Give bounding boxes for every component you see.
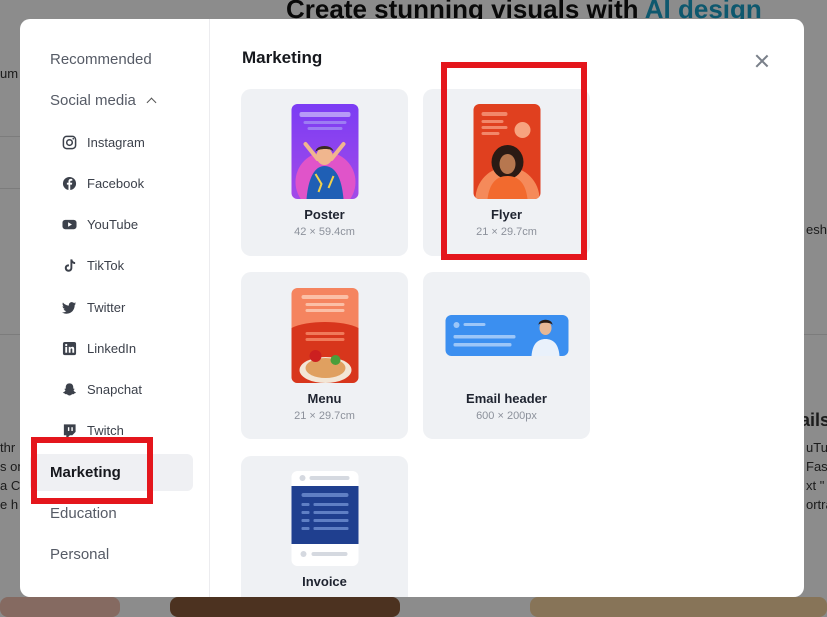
background-divider [804,334,827,335]
twitch-icon [63,424,76,438]
background-fragment: xt " [806,478,825,493]
template-card-dimensions: 600 × 200px [476,410,537,422]
template-card-label: Poster [304,207,345,222]
sidebar-item-linkedin[interactable]: LinkedIn [62,341,136,356]
template-card-dimensions: 42 × 59.4cm [294,226,355,238]
background-divider [0,136,20,137]
background-fragment: um [0,66,19,81]
flyer-thumbnail [473,104,540,199]
background-divider [0,188,20,189]
background-thumbnail [530,597,827,617]
category-social-media[interactable]: Social media [50,92,157,109]
sidebar-item-label: LinkedIn [87,341,137,356]
sidebar-item-facebook[interactable]: Facebook [62,176,144,191]
close-button[interactable] [752,51,772,71]
twitter-icon [62,302,77,314]
template-card-invoice[interactable]: Invoice [241,456,408,597]
facebook-icon [62,176,77,191]
category-marketing[interactable]: Marketing [50,464,121,481]
flyer-preview-image [473,104,540,199]
tiktok-icon [64,259,76,272]
instagram-icon [62,135,77,150]
category-sidebar: Recommended Social media Instagram Faceb… [20,19,210,597]
template-card-label: Email header [466,391,547,406]
invoice-thumbnail [291,471,358,566]
category-education[interactable]: Education [50,505,117,522]
email-header-thumbnail [445,315,568,356]
sidebar-item-label: Instagram [87,135,145,150]
sidebar-item-label: Twitch [87,423,124,438]
template-card-flyer[interactable]: Flyer 21 × 29.7cm [423,89,590,256]
sidebar-item-tiktok[interactable]: TikTok [62,258,124,273]
background-fragment: ortra [806,497,827,512]
category-recommended[interactable]: Recommended [50,51,152,68]
template-card-email-header[interactable]: Email header 600 × 200px [423,272,590,439]
linkedin-icon [62,341,77,356]
poster-thumbnail [291,104,358,199]
sidebar-item-label: TikTok [87,258,125,273]
category-social-media-label: Social media [50,92,136,109]
background-fragment: Fash [806,459,827,474]
background-fragment: ails [800,410,827,430]
sidebar-item-youtube[interactable]: YouTube [62,217,138,232]
background-fragment: e h [0,497,19,512]
background-thumbnail [170,597,400,617]
invoice-preview-image [291,471,358,566]
sidebar-item-label: YouTube [87,217,139,232]
sidebar-item-label: Twitter [87,300,126,315]
youtube-icon [62,219,77,230]
background-fragment: thr [0,440,16,455]
template-card-label: Invoice [302,574,347,589]
email-header-preview-image [445,315,568,356]
sidebar-item-label: Facebook [87,176,145,191]
snapchat-icon [62,383,77,396]
template-card-dimensions: 21 × 29.7cm [294,410,355,422]
background-divider [0,334,20,335]
category-personal[interactable]: Personal [50,546,109,563]
template-size-modal: Recommended Social media Instagram Faceb… [20,19,804,597]
sidebar-item-twitch[interactable]: Twitch [62,423,124,438]
section-title: Marketing [242,48,323,67]
template-card-poster[interactable]: Poster 42 × 59.4cm [241,89,408,256]
background-fragment: uTu [806,440,827,455]
chevron-up-icon [146,97,157,108]
menu-thumbnail [291,288,358,383]
template-card-label: Flyer [490,207,523,222]
sidebar-item-snapchat[interactable]: Snapchat [62,382,142,397]
template-card-dimensions: 21 × 29.7cm [476,226,537,238]
sidebar-item-twitter[interactable]: Twitter [62,300,125,315]
sidebar-item-instagram[interactable]: Instagram [62,135,145,150]
poster-preview-image [291,104,358,199]
menu-preview-image [291,288,358,383]
template-card-menu[interactable]: Menu 21 × 29.7cm [241,272,408,439]
sidebar-item-label: Snapchat [87,382,142,397]
background-fragment: eshi [806,222,827,237]
background-thumbnail [0,597,120,617]
template-card-label: Menu [307,391,342,406]
